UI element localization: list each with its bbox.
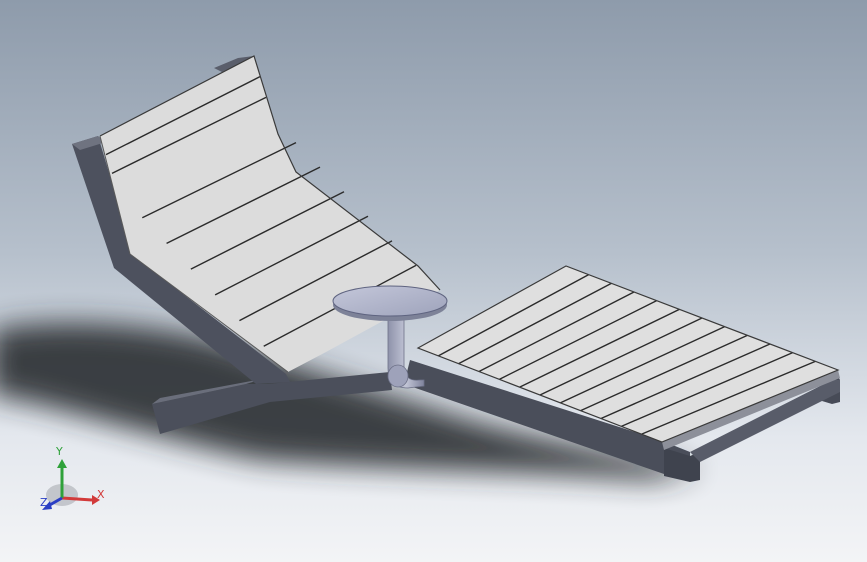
- triad-y-arrow: [57, 459, 67, 468]
- triad-x-axis: [61, 496, 93, 502]
- triad-x-label: X: [97, 488, 105, 501]
- model-view[interactable]: [0, 0, 867, 562]
- triad-z-label: Z: [40, 496, 48, 509]
- table-top: [332, 285, 448, 317]
- triad-y-label: Y: [56, 445, 63, 458]
- table-post-joint: [387, 364, 409, 388]
- graphics-viewport[interactable]: X Y Z: [0, 0, 867, 562]
